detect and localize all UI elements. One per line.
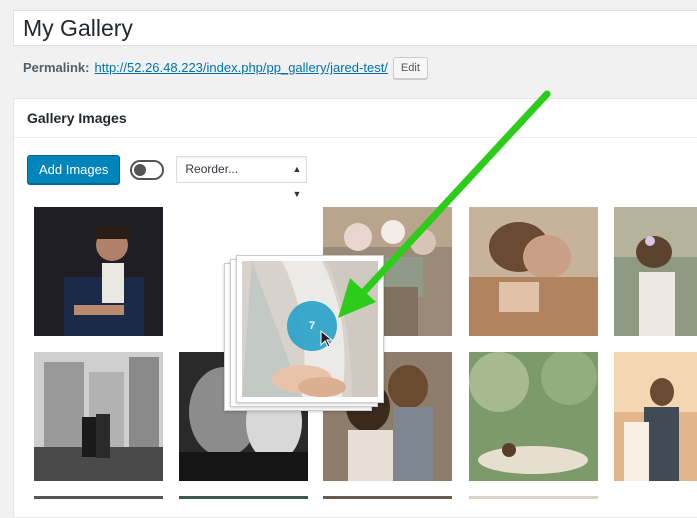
add-images-button[interactable]: Add Images bbox=[27, 155, 121, 184]
gallery-thumbnail[interactable] bbox=[469, 352, 598, 481]
thumbnail-image bbox=[34, 207, 163, 336]
select-caret-icon: ▲ ▼ bbox=[292, 164, 302, 199]
edit-permalink-button[interactable]: Edit bbox=[392, 57, 428, 79]
thumbnail-image bbox=[469, 207, 598, 336]
gallery-thumbnail[interactable] bbox=[34, 352, 163, 481]
permalink-label: Permalink: bbox=[23, 60, 90, 75]
gallery-thumbnail[interactable] bbox=[614, 207, 697, 336]
thumbnail-image bbox=[614, 352, 697, 481]
permalink-link[interactable]: http://52.26.48.223/index.php/pp_gallery… bbox=[94, 57, 387, 79]
gallery-thumbnail[interactable] bbox=[34, 207, 163, 336]
post-title-input[interactable]: My Gallery bbox=[13, 10, 697, 46]
gallery-thumbnail[interactable] bbox=[614, 352, 697, 481]
dragged-images-stack[interactable]: 7 bbox=[224, 255, 384, 415]
thumbnail-image bbox=[614, 207, 697, 336]
move-cursor-icon bbox=[320, 329, 334, 348]
gallery-thumbnail[interactable] bbox=[469, 207, 598, 336]
gallery-toolbar: Add Images Reorder... ▲ ▼ bbox=[27, 155, 308, 199]
thumbnail-image bbox=[469, 352, 598, 481]
reorder-select-value: Reorder... bbox=[185, 162, 239, 176]
toggle-switch-icon[interactable] bbox=[130, 159, 165, 180]
thumbnail-image bbox=[34, 352, 163, 481]
stack-card-top: 7 bbox=[236, 255, 384, 403]
permalink-row: Permalink: http://52.26.48.223/index.php… bbox=[23, 57, 428, 79]
reorder-select[interactable]: Reorder... ▲ ▼ bbox=[176, 156, 308, 199]
toggle-knob bbox=[134, 163, 147, 176]
panel-title: Gallery Images bbox=[14, 99, 697, 138]
